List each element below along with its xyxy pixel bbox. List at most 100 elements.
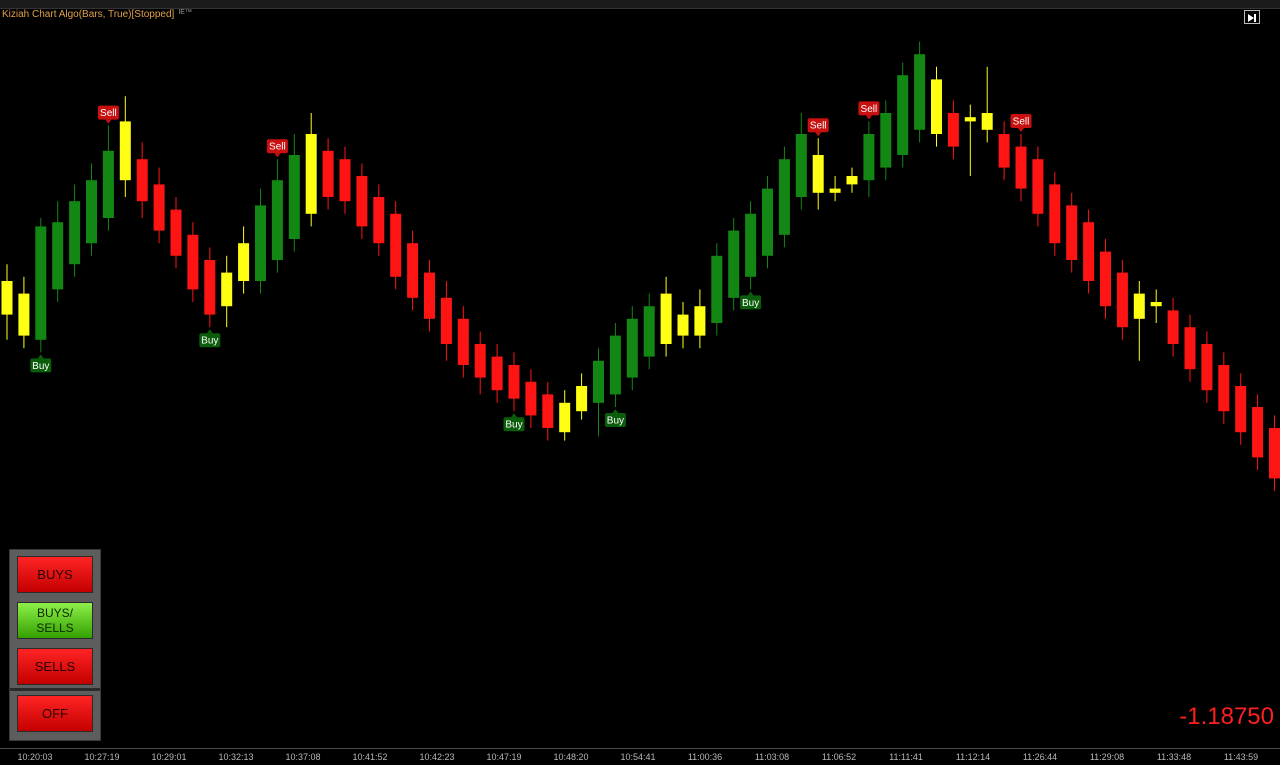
buy-signal: Buy: [504, 413, 525, 431]
candle-body: [1117, 273, 1128, 328]
candle-body: [999, 134, 1010, 168]
time-tick-label: 10:48:20: [553, 752, 588, 762]
candlestick-series: [2, 42, 1280, 722]
candle-body: [52, 222, 63, 289]
time-tick-label: 10:32:13: [218, 752, 253, 762]
candle-body: [1252, 407, 1263, 457]
skip-to-end-icon[interactable]: [1244, 10, 1260, 24]
candle-body: [340, 159, 351, 201]
signal-label: Buy: [607, 416, 624, 427]
time-tick-label: 10:29:01: [151, 752, 186, 762]
buy-signal: Buy: [199, 329, 220, 347]
off-button[interactable]: OFF: [17, 695, 93, 732]
candle-body: [948, 113, 959, 147]
candle-body: [644, 306, 655, 356]
time-tick-label: 10:41:52: [352, 752, 387, 762]
signal-pointer: [815, 132, 821, 136]
candle-body: [813, 155, 824, 193]
signal-pointer: [38, 354, 44, 358]
candle-body: [103, 151, 114, 218]
time-tick-label: 11:26:44: [1023, 752, 1057, 762]
candle-body: [1032, 159, 1043, 214]
candle-body: [661, 294, 672, 344]
candle-body: [407, 243, 418, 298]
off-button-label: OFF: [42, 706, 68, 721]
candle-body: [745, 214, 756, 277]
time-tick-label: 11:43:59: [1224, 752, 1258, 762]
candle-body: [120, 121, 131, 180]
candle-body: [779, 159, 790, 235]
candle-body: [610, 336, 621, 395]
pnl-readout: -1.18750: [1179, 703, 1274, 731]
candle-body: [272, 180, 283, 260]
time-tick-label: 10:27:19: [84, 752, 119, 762]
strategy-control-panel: BUYS BUYS/SELLS SELLS OFF: [9, 549, 101, 741]
candle-body: [306, 134, 317, 214]
candle-body: [1083, 222, 1094, 281]
signal-label: Buy: [505, 420, 522, 431]
study-label: Kiziah Chart Algo(Bars, True)[Stopped]IE…: [2, 9, 192, 20]
panel-separator: [10, 688, 100, 691]
time-tick-label: 11:12:14: [956, 752, 990, 762]
candle-body: [830, 189, 841, 193]
sell-signal: Sell: [98, 106, 119, 124]
candle-body: [475, 344, 486, 378]
time-tick-label: 10:37:08: [285, 752, 320, 762]
sell-signal: Sell: [858, 101, 879, 119]
buy-signal: Buy: [30, 354, 51, 372]
sells-button-label: SELLS: [35, 659, 75, 674]
buy-signal: Buy: [740, 291, 761, 309]
candle-body: [847, 176, 858, 184]
signal-label: Sell: [100, 108, 117, 119]
time-tick-label: 10:47:19: [486, 752, 521, 762]
sells-button[interactable]: SELLS: [17, 648, 93, 685]
candle-body: [1151, 302, 1162, 306]
candle-body: [69, 201, 80, 264]
candle-body: [897, 75, 908, 155]
candle-body: [914, 54, 925, 130]
candle-body: [542, 394, 553, 428]
signal-label: Buy: [32, 361, 49, 372]
candle-body: [35, 226, 46, 339]
time-axis: 10:20:03 10:27:19 10:29:01 10:32:13 10:37:08…: [0, 748, 1280, 765]
signal-pointer: [1018, 128, 1024, 132]
candle-body: [255, 205, 266, 281]
candle-body: [373, 197, 384, 243]
price-chart[interactable]: Buy Sell Buy Sell Buy Buy Buy Sell Sell Sell: [0, 0, 1280, 748]
candle-body: [458, 319, 469, 365]
candle-body: [796, 134, 807, 197]
candle-body: [593, 361, 604, 403]
signal-label: Sell: [1013, 117, 1030, 128]
candle-body: [1016, 147, 1027, 189]
signal-pointer: [207, 329, 213, 333]
candle-body: [982, 113, 993, 130]
candle-body: [171, 210, 182, 256]
buys-sells-button[interactable]: BUYS/SELLS: [17, 602, 93, 639]
candle-body: [2, 281, 13, 315]
study-label-suffix: IE™: [178, 9, 192, 16]
candle-body: [678, 315, 689, 336]
sell-signal: Sell: [267, 139, 288, 157]
signal-pointer: [511, 413, 517, 417]
candle-body: [1218, 365, 1229, 411]
candle-body: [356, 176, 367, 226]
candle-body: [694, 306, 705, 335]
candle-body: [323, 151, 334, 197]
candle-body: [728, 231, 739, 298]
time-tick-label: 10:20:03: [17, 752, 52, 762]
candle-body: [965, 117, 976, 121]
candle-body: [492, 357, 503, 391]
candle-body: [525, 382, 536, 416]
signal-label: Sell: [810, 121, 827, 132]
signal-label: Buy: [201, 336, 218, 347]
candle-body: [863, 134, 874, 180]
time-tick-label: 11:33:48: [1157, 752, 1191, 762]
candle-body: [711, 256, 722, 323]
candle-body: [238, 243, 249, 281]
candle-body: [221, 273, 232, 307]
time-tick-label: 11:06:52: [822, 752, 856, 762]
time-tick-label: 10:54:41: [620, 752, 655, 762]
time-tick-label: 10:42:23: [419, 752, 454, 762]
buys-button[interactable]: BUYS: [17, 556, 93, 593]
candle-body: [1100, 252, 1111, 307]
